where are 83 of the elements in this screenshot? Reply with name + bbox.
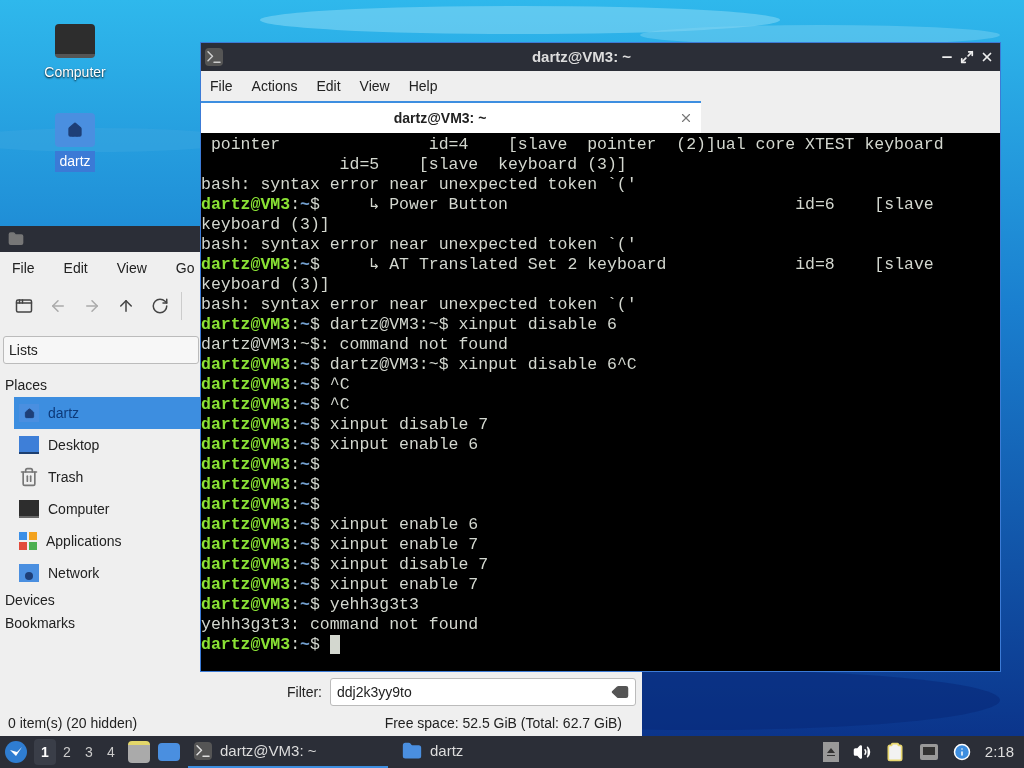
new-window-icon	[15, 297, 33, 315]
maximize-icon[interactable]	[960, 50, 974, 64]
terminal-line: dartz@VM3:~$	[201, 495, 320, 515]
terminal-line: id=5 [slave keyboard (3)]	[338, 155, 627, 175]
close-icon[interactable]	[980, 50, 994, 64]
workspace-button[interactable]: 2	[56, 739, 78, 765]
terminal-line: dartz@VM3:~$ xinput disable 7	[201, 415, 489, 435]
menu-item[interactable]: Help	[400, 75, 446, 97]
home-folder-icon	[19, 404, 39, 422]
section-header[interactable]: Devices	[0, 589, 200, 612]
workspace-button[interactable]: 1	[34, 739, 56, 765]
places-item[interactable]: Network	[14, 557, 200, 589]
places-item[interactable]: Computer	[14, 493, 200, 525]
menu-item[interactable]: View	[108, 257, 155, 279]
terminal-line: dartz@VM3:~$	[201, 455, 320, 475]
terminal-line: bash: syntax error near unexpected token `('	[201, 235, 637, 255]
clear-icon[interactable]	[611, 683, 629, 701]
clock[interactable]: 2:18	[984, 740, 1014, 764]
close-tab-icon[interactable]	[679, 111, 693, 125]
menu-item[interactable]: File	[202, 75, 241, 97]
terminal-line: dartz@VM3:~$ xinput enable 7	[201, 575, 479, 595]
places-item[interactable]: Trash	[14, 461, 200, 493]
terminal-line: dartz@VM3:~$ ↳ Power Button id=6 [slave	[201, 195, 934, 215]
terminal-line: dartz@VM3:~$ xinput disable 7	[201, 555, 489, 575]
notification-icon[interactable]	[952, 743, 971, 761]
terminal-line: dartz@VM3:~$ ^C	[201, 395, 350, 415]
taskbar-task[interactable]: dartz	[396, 736, 596, 768]
terminal-line: keyboard (3)]	[201, 275, 330, 295]
places-item[interactable]: Applications	[14, 525, 200, 557]
monitor-icon	[19, 500, 39, 518]
section-header[interactable]: Places	[0, 374, 200, 397]
terminal-icon	[205, 48, 223, 66]
terminal-icon	[194, 742, 212, 760]
filter-field[interactable]: ddj2k3yy9to	[330, 678, 636, 706]
applications-icon	[19, 532, 37, 550]
desktop-icon-label[interactable]: dartz	[55, 151, 95, 172]
home-folder-icon	[55, 113, 95, 147]
workspace-button[interactable]: 3	[78, 739, 100, 765]
status-text: 0 item(s) (20 hidden)	[8, 713, 138, 733]
places-item[interactable]: Desktop	[14, 429, 200, 461]
terminal-line: dartz@VM3:~$ xinput enable 7	[201, 535, 479, 555]
wired-network-icon[interactable]	[918, 743, 939, 761]
start-menu-icon[interactable]	[4, 740, 28, 764]
reload-icon	[151, 297, 169, 315]
terminal-line: dartz@VM3:~$	[201, 635, 320, 655]
monitor-icon	[55, 24, 95, 58]
terminal-line: keyboard (3)]	[201, 215, 330, 235]
trash-icon	[19, 467, 39, 487]
terminal-line: dartz@VM3:~$ xinput enable 6	[201, 435, 479, 455]
file-cabinet-icon[interactable]	[128, 741, 150, 763]
menu-item[interactable]: Actions	[243, 75, 306, 97]
terminal-line: dartz@VM3:~$ yehh3g3t3	[201, 595, 419, 615]
menu-item[interactable]: View	[351, 75, 398, 97]
terminal-line: pointer id=4 [slave pointer (2)]ual core XTEST keyboard	[209, 135, 944, 155]
menu-item[interactable]: Edit	[308, 75, 349, 97]
desktop-icon	[19, 436, 39, 454]
forward-arrow-icon	[83, 297, 101, 315]
menu-item[interactable]: File	[4, 257, 43, 279]
show-desktop-icon[interactable]	[158, 743, 180, 761]
terminal-line: dartz@VM3:~$ dartz@VM3:~$ xinput disable 6^C	[201, 355, 637, 375]
folder-icon	[8, 231, 24, 247]
taskbar-task[interactable]: dartz@VM3: ~	[188, 736, 388, 768]
volume-icon[interactable]	[852, 743, 871, 761]
terminal-tab[interactable]: dartz@VM3: ~	[201, 101, 701, 133]
terminal-line: bash: syntax error near unexpected token `('	[201, 175, 637, 195]
free-space-text: Free space: 52.5 GiB (Total: 62.7 GiB)	[384, 713, 622, 733]
side-pane-select[interactable]: Lists	[3, 336, 199, 364]
folder-icon	[402, 741, 422, 761]
terminal-line: dartz@VM3:~$: command not found	[201, 335, 508, 355]
terminal-line: dartz@VM3:~$ ^C	[201, 375, 350, 395]
terminal-line: bash: syntax error near unexpected token `('	[201, 295, 637, 315]
menu-item[interactable]: Edit	[55, 257, 96, 279]
workspace-button[interactable]: 4	[100, 739, 122, 765]
terminal-line: dartz@VM3:~$ xinput enable 6	[201, 515, 479, 535]
section-header[interactable]: Bookmarks	[0, 612, 200, 635]
terminal-line: dartz@VM3:~$ dartz@VM3:~$ xinput disable 6	[201, 315, 617, 335]
eject-icon[interactable]	[822, 742, 839, 762]
terminal-line: dartz@VM3:~$ ↳ AT Translated Set 2 keyboard id=8 [slave	[201, 255, 934, 275]
filter-label: Filter:	[287, 682, 322, 702]
network-folder-icon	[19, 564, 39, 582]
window-title: dartz@VM3: ~	[530, 46, 633, 67]
terminal-line: dartz@VM3:~$	[201, 475, 320, 495]
terminal-line: yehh3g3t3: command not found	[201, 615, 479, 635]
